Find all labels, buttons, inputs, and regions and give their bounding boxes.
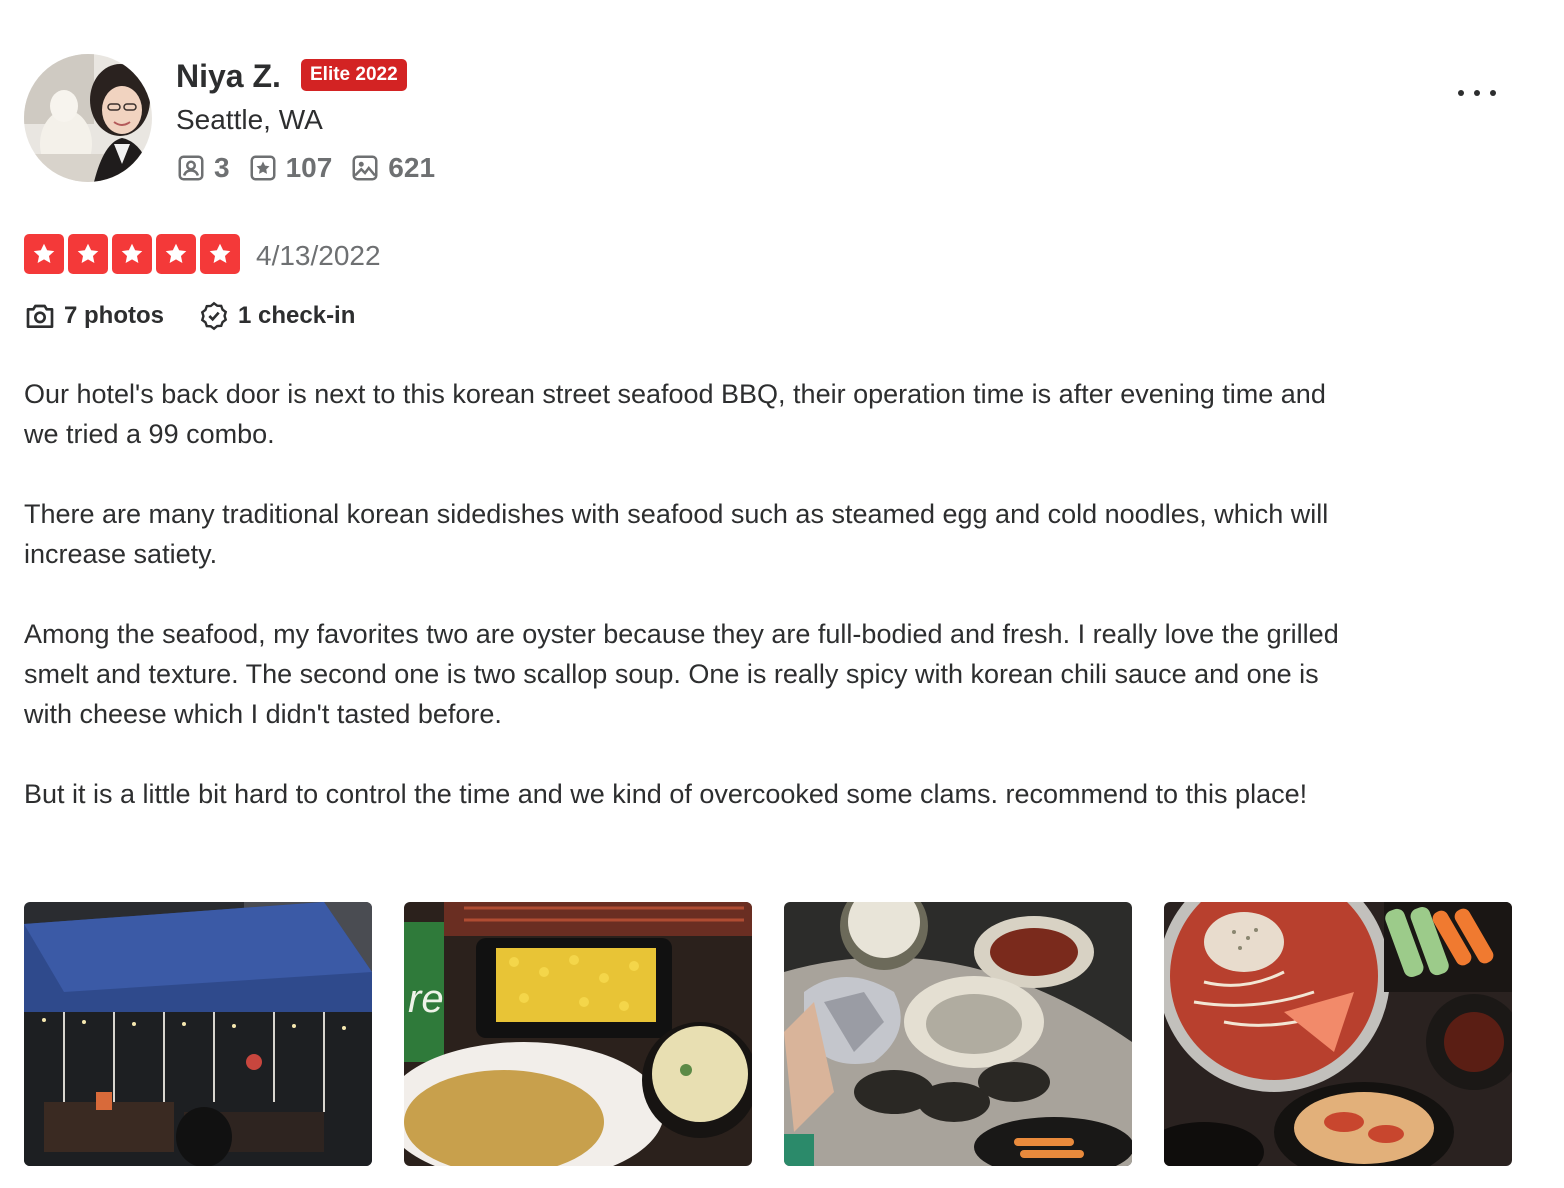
review-photo[interactable]: re [404,902,752,1166]
review-photo[interactable] [784,902,1132,1166]
photos-count: 621 [388,152,436,183]
reviews-star-icon [250,155,276,181]
reviews-count: 107 [285,152,333,183]
friends-count: 3 [214,152,230,183]
photos-stat: 621 [350,150,435,186]
star-icon [68,234,108,274]
review-paragraph: Our hotel's back door is next to this ko… [24,379,1326,449]
reviews-stat: 107 [248,150,333,186]
star-icon [112,234,152,274]
user-stats: 3 107 621 [176,150,453,186]
review-paragraph: Among the seafood, my favorites two are … [24,619,1339,729]
star-icon [200,234,240,274]
review-photo[interactable] [1164,902,1512,1166]
friends-icon [178,155,204,181]
user-location: Seattle, WA [176,104,323,135]
review-paragraph: But it is a little bit hard to control t… [24,779,1308,809]
elite-badge[interactable]: Elite 2022 [301,59,407,91]
star-icon [156,234,196,274]
camera-icon [26,304,54,328]
user-name[interactable]: Niya Z. [176,56,281,96]
photos-icon [352,155,378,181]
avatar[interactable] [24,54,152,182]
review-card: Niya Z. Elite 2022 Seattle, WA 3 107 621… [0,0,1564,1188]
photos-count-label[interactable]: 7 photos [64,298,164,334]
review-paragraph: There are many traditional korean sidedi… [24,499,1329,569]
checkin-info: 1 check-in [198,298,355,334]
star-icon [24,234,64,274]
checkin-icon [200,301,228,331]
checkin-count-label: 1 check-in [238,302,356,329]
review-meta: 7 photos 1 check-in [24,298,389,334]
photos-link[interactable]: 7 photos [24,298,164,334]
review-body: Our hotel's back door is next to this ko… [24,374,1344,854]
more-options-icon[interactable] [1446,76,1508,110]
star-rating [24,234,244,274]
friends-stat: 3 [176,150,230,186]
svg-text:re: re [408,977,444,1021]
review-date: 4/13/2022 [256,240,381,271]
review-photo[interactable] [24,902,372,1166]
